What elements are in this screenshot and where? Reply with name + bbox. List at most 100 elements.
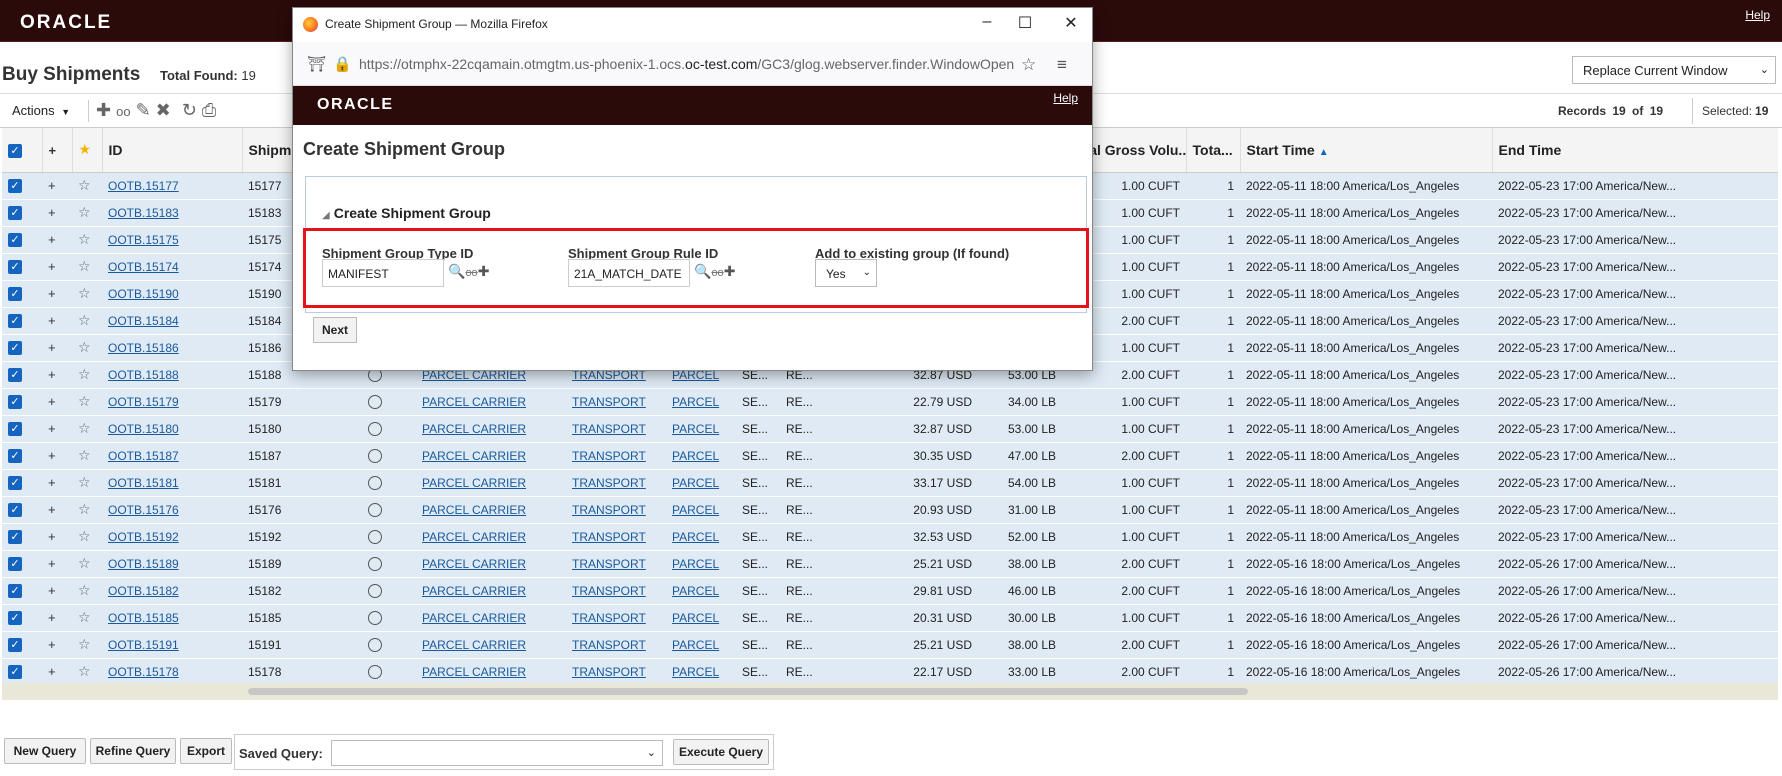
service-link[interactable]: PARCEL [672,557,719,571]
modal-help-link[interactable]: Help [1053,91,1078,105]
shipment-id-cell[interactable]: OOTB.15179 [102,388,242,416]
mode-cell[interactable]: TRANSPORT [566,550,666,578]
window-target-select[interactable]: Replace Current Window ⌄ [1572,56,1776,84]
table-row[interactable]: ✓ + ☆ OOTB.15192 15192 PARCEL CARRIER TRANSPOR… [2,523,1778,551]
shipment-id-cell[interactable]: OOTB.15189 [102,550,242,578]
plus-icon[interactable]: + [48,583,56,598]
service-link[interactable]: PARCEL [672,584,719,598]
row-expand-cell[interactable]: + [42,415,72,443]
row-select-cell[interactable]: ✓ [2,199,42,227]
service-link[interactable]: PARCEL [672,476,719,490]
view-glasses-icon[interactable]: oo [711,267,723,279]
carrier-cell[interactable]: PARCEL CARRIER [416,415,566,443]
service-link[interactable]: PARCEL [672,665,719,679]
shipment-id-link[interactable]: OOTB.15179 [108,395,179,409]
select-all-header[interactable]: ✓ [2,128,43,173]
radio-cell[interactable] [362,658,416,686]
radio-cell[interactable] [362,469,416,497]
checkbox-checked-icon[interactable]: ✓ [8,475,22,490]
carrier-cell[interactable]: PARCEL CARRIER [416,631,566,659]
mode-link[interactable]: TRANSPORT [572,557,646,571]
row-expand-cell[interactable]: + [42,469,72,497]
section-header[interactable]: ◢ Create Shipment Group [322,205,491,221]
carrier-cell[interactable]: PARCEL CARRIER [416,469,566,497]
row-expand-cell[interactable]: + [42,550,72,578]
carrier-link[interactable]: PARCEL CARRIER [422,395,526,409]
url-text[interactable]: https://otmphx-22cqamain.otmgtm.us-phoen… [359,56,1025,72]
service-link[interactable]: PARCEL [672,422,719,436]
delete-x-icon[interactable]: ✖ [156,100,171,120]
row-select-cell[interactable]: ✓ [2,280,42,308]
star-icon[interactable]: ☆ [78,555,91,571]
row-favorite-cell[interactable]: ☆ [72,442,102,470]
shipment-id-link[interactable]: OOTB.15176 [108,503,179,517]
shipment-id-cell[interactable]: OOTB.15188 [102,361,242,389]
service-cell[interactable]: PARCEL [666,631,736,659]
checkbox-checked-icon[interactable]: ✓ [8,232,22,247]
radio-cell[interactable] [362,577,416,605]
mode-link[interactable]: TRANSPORT [572,449,646,463]
radio-button[interactable] [368,475,382,490]
shipment-id-cell[interactable]: OOTB.15186 [102,334,242,362]
mode-cell[interactable]: TRANSPORT [566,604,666,632]
star-icon[interactable]: ☆ [78,285,91,301]
row-favorite-cell[interactable]: ☆ [72,361,102,389]
radio-button[interactable] [368,394,382,409]
shipment-id-cell[interactable]: OOTB.15180 [102,415,242,443]
row-expand-cell[interactable]: + [42,604,72,632]
view-glasses-icon[interactable]: oo [116,104,130,119]
radio-button[interactable] [368,529,382,544]
service-cell[interactable]: PARCEL [666,577,736,605]
service-cell[interactable]: PARCEL [666,658,736,686]
plus-icon[interactable]: + [48,475,56,490]
star-icon[interactable]: ☆ [78,420,91,436]
plus-icon[interactable]: + [48,313,56,328]
mode-link[interactable]: TRANSPORT [572,476,646,490]
shipment-id-cell[interactable]: OOTB.15177 [102,172,242,200]
row-expand-cell[interactable]: + [42,577,72,605]
plus-icon[interactable]: + [48,529,56,544]
mode-link[interactable]: TRANSPORT [572,530,646,544]
checkbox-checked-icon[interactable]: ✓ [8,178,22,193]
row-favorite-cell[interactable]: ☆ [72,577,102,605]
row-favorite-cell[interactable]: ☆ [72,280,102,308]
row-favorite-cell[interactable]: ☆ [72,199,102,227]
row-favorite-cell[interactable]: ☆ [72,415,102,443]
mode-link[interactable]: TRANSPORT [572,611,646,625]
row-expand-cell[interactable]: + [42,280,72,308]
search-icon[interactable]: 🔍 [694,263,711,279]
carrier-link[interactable]: PARCEL CARRIER [422,422,526,436]
radio-button[interactable] [368,421,382,436]
checkbox-checked-icon[interactable]: ✓ [8,286,22,301]
mode-link[interactable]: TRANSPORT [572,584,646,598]
carrier-link[interactable]: PARCEL CARRIER [422,584,526,598]
plus-icon[interactable]: + [48,502,56,517]
carrier-cell[interactable]: PARCEL CARRIER [416,442,566,470]
add-icon[interactable]: ✚ [96,100,111,120]
checkbox-checked-icon[interactable]: ✓ [8,259,22,274]
carrier-link[interactable]: PARCEL CARRIER [422,476,526,490]
mode-cell[interactable]: TRANSPORT [566,415,666,443]
mode-cell[interactable]: TRANSPORT [566,496,666,524]
star-icon[interactable]: ☆ [78,663,91,679]
radio-button[interactable] [368,610,382,625]
row-expand-cell[interactable]: + [42,523,72,551]
radio-cell[interactable] [362,442,416,470]
column-header-total[interactable]: Tota... [1186,128,1241,173]
carrier-cell[interactable]: PARCEL CARRIER [416,577,566,605]
refresh-icon[interactable]: ↻ [182,100,197,120]
carrier-link[interactable]: PARCEL CARRIER [422,530,526,544]
table-row[interactable]: ✓ + ☆ OOTB.15176 15176 PARCEL CARRIER TRANSPOR… [2,496,1778,524]
row-favorite-cell[interactable]: ☆ [72,604,102,632]
checkbox-checked-icon[interactable]: ✓ [8,637,22,652]
shipment-id-link[interactable]: OOTB.15186 [108,341,179,355]
row-select-cell[interactable]: ✓ [2,415,42,443]
row-select-cell[interactable]: ✓ [2,442,42,470]
checkbox-checked-icon[interactable]: ✓ [8,502,22,517]
new-query-button[interactable]: New Query [4,738,86,764]
service-cell[interactable]: PARCEL [666,415,736,443]
plus-icon[interactable]: + [48,340,56,355]
close-icon[interactable]: ✕ [1051,13,1091,33]
shipment-id-link[interactable]: OOTB.15182 [108,584,179,598]
service-link[interactable]: PARCEL [672,611,719,625]
